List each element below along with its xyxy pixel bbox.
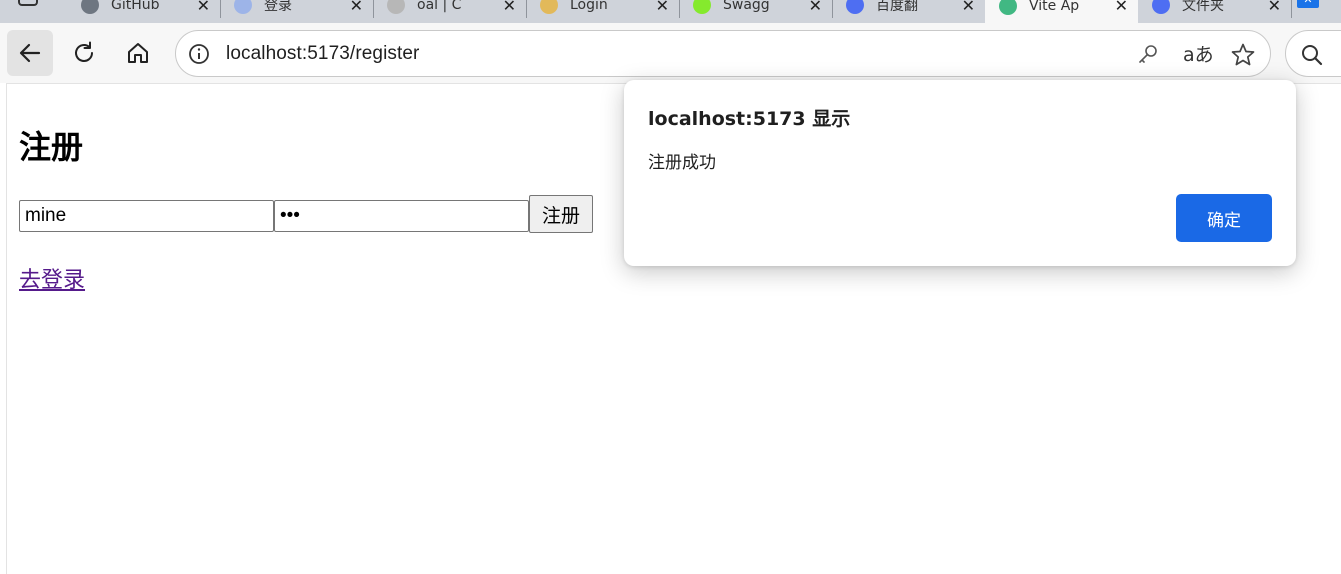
browser-tab[interactable]: Swagg ✕ [679,0,832,22]
tab-title: Swagg [723,0,770,13]
sidebar-search-button[interactable] [1285,30,1341,77]
tab-strip: GitHub ✕ 登录 ✕ oal | C ✕ Login ✕ Swagg ✕ 百度翻 ✕ Vite A… [0,0,1341,23]
tab-close-icon[interactable]: ✕ [503,0,516,15]
dialog-ok-button[interactable]: 确定 [1176,194,1272,242]
tab-favicon-icon [81,0,99,14]
tab-title: oal | C [417,0,462,13]
tab-favicon-icon [540,0,558,14]
tab-separator [1291,0,1292,18]
password-input[interactable] [274,200,529,232]
tab-close-icon[interactable]: ✕ [962,0,975,15]
edge-sidebar-icon[interactable]: ✕ [1297,0,1319,8]
reload-icon [75,41,93,62]
tab-close-icon[interactable]: ✕ [197,0,210,15]
read-aloud-icon[interactable]: aあ [1183,40,1214,67]
info-icon[interactable] [188,43,210,65]
tab-close-icon[interactable]: ✕ [350,0,363,15]
browser-tab[interactable]: Login ✕ [526,0,679,22]
browser-tab[interactable]: oal | C ✕ [373,0,526,22]
browser-tab[interactable]: Vite Ap ✕ [985,0,1138,23]
home-button[interactable] [115,30,161,76]
tab-title: 登录 [264,0,292,14]
browser-tab[interactable]: 文件夹 ✕ [1138,0,1291,22]
browser-tab[interactable]: 登录 ✕ [220,0,373,22]
tab-close-icon[interactable]: ✕ [1268,0,1281,15]
browser-toolbar: localhost:5173/register aあ [0,23,1341,83]
address-bar[interactable]: localhost:5173/register aあ [175,30,1271,77]
browser-tab[interactable]: 百度翻 ✕ [832,0,985,22]
back-icon [19,43,41,63]
favorite-star-icon[interactable] [1230,42,1256,68]
home-icon [128,43,148,63]
tab-close-icon[interactable]: ✕ [809,0,822,15]
search-icon [1302,45,1323,66]
key-icon[interactable] [1137,43,1159,65]
dialog-message: 注册成功 [648,153,716,173]
tab-close-icon[interactable]: ✕ [656,0,669,15]
register-button[interactable]: 注册 [529,195,593,233]
dialog-title: localhost:5173 显示 [648,108,851,130]
back-button[interactable] [7,30,53,76]
tab-favicon-icon [1152,0,1170,14]
go-login-link[interactable]: 去登录 [19,262,85,294]
tab-title: 百度翻 [876,0,918,14]
tab-title: GitHub [111,0,160,13]
url-text[interactable]: localhost:5173/register [226,43,419,65]
tab-close-icon[interactable]: ✕ [1115,0,1128,15]
tab-favicon-icon [387,0,405,14]
tab-title: Login [570,0,608,13]
tab-favicon-icon [693,0,711,14]
alert-dialog: localhost:5173 显示 注册成功 确定 [624,80,1296,266]
browser-tab[interactable]: GitHub ✕ [67,0,220,22]
tab-favicon-icon [234,0,252,14]
tab-actions-icon[interactable] [18,0,38,6]
tab-favicon-icon [846,0,864,14]
tab-title: 文件夹 [1182,0,1224,14]
page-title: 注册 [19,128,84,166]
username-input[interactable] [19,200,274,232]
tab-title: Vite Ap [1029,0,1080,14]
tab-favicon-icon [999,0,1017,15]
reload-button[interactable] [61,30,107,76]
